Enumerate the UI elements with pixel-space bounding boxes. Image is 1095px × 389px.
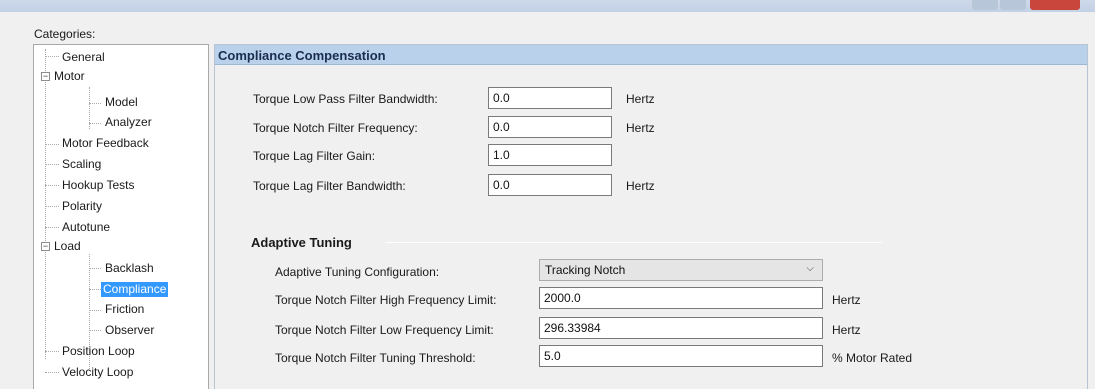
tree-item-observer[interactable]: Observer bbox=[103, 323, 156, 338]
window-titlebar bbox=[0, 0, 1095, 12]
tree-connector bbox=[45, 164, 59, 165]
panel-header: Compliance Compensation bbox=[215, 45, 1087, 65]
tree-item-load[interactable]: Load bbox=[52, 239, 83, 254]
notch-threshold-label: Torque Notch Filter Tuning Threshold: bbox=[275, 351, 476, 365]
torque-notch-frequency-unit: Hertz bbox=[626, 121, 655, 135]
tree-item-model[interactable]: Model bbox=[103, 95, 140, 110]
tree-item-scaling[interactable]: Scaling bbox=[60, 157, 103, 172]
torque-low-pass-bandwidth-label: Torque Low Pass Filter Bandwidth: bbox=[253, 92, 438, 106]
adaptive-config-label: Adaptive Tuning Configuration: bbox=[275, 265, 440, 279]
tree-connector bbox=[45, 185, 59, 186]
adaptive-config-select[interactable]: Tracking Notch ⌵ bbox=[539, 259, 823, 281]
tree-item-compliance[interactable]: Compliance bbox=[101, 282, 169, 297]
adaptive-tuning-divider bbox=[386, 242, 882, 243]
tree-connector bbox=[89, 268, 101, 269]
categories-label: Categories: bbox=[34, 27, 96, 41]
tree-connector bbox=[89, 103, 101, 104]
tree-item-motor[interactable]: Motor bbox=[52, 69, 87, 84]
compliance-panel: Compliance Compensation Torque Low Pass … bbox=[214, 44, 1088, 389]
notch-low-limit-unit: Hertz bbox=[832, 323, 861, 337]
tree-connector bbox=[45, 206, 59, 207]
close-button[interactable] bbox=[1030, 0, 1080, 10]
torque-lag-bandwidth-input[interactable] bbox=[488, 174, 612, 196]
tree-connector bbox=[45, 372, 59, 373]
adaptive-config-value: Tracking Notch bbox=[545, 263, 626, 277]
tree-connector bbox=[89, 289, 101, 290]
tree-connector bbox=[89, 330, 101, 331]
adaptive-tuning-title: Adaptive Tuning bbox=[251, 235, 352, 250]
torque-lag-gain-input[interactable] bbox=[488, 144, 612, 166]
tree-item-polarity[interactable]: Polarity bbox=[60, 199, 104, 214]
tree-item-general[interactable]: General bbox=[60, 50, 107, 65]
tree-item-motor-feedback[interactable]: Motor Feedback bbox=[60, 136, 151, 151]
chevron-down-icon: ⌵ bbox=[806, 263, 814, 274]
notch-high-limit-input[interactable] bbox=[539, 287, 823, 309]
panel-title: Compliance Compensation bbox=[218, 48, 386, 63]
tree-item-position-loop[interactable]: Position Loop bbox=[60, 344, 137, 359]
torque-low-pass-bandwidth-unit: Hertz bbox=[626, 92, 655, 106]
notch-low-limit-input[interactable] bbox=[539, 317, 823, 339]
categories-tree[interactable]: General − Motor Model Analyzer Motor Fee… bbox=[33, 44, 209, 389]
torque-notch-frequency-input[interactable] bbox=[488, 116, 612, 138]
tree-connector bbox=[45, 144, 59, 145]
notch-threshold-unit: % Motor Rated bbox=[832, 351, 913, 365]
notch-high-limit-label: Torque Notch Filter High Frequency Limit… bbox=[275, 293, 497, 307]
tree-connector bbox=[45, 56, 59, 57]
torque-lag-bandwidth-label: Torque Lag Filter Bandwidth: bbox=[253, 179, 406, 193]
torque-lag-bandwidth-unit: Hertz bbox=[626, 179, 655, 193]
tree-item-friction[interactable]: Friction bbox=[103, 302, 146, 317]
notch-threshold-input[interactable] bbox=[539, 345, 823, 367]
tree-connector bbox=[45, 227, 59, 228]
torque-lag-gain-label: Torque Lag Filter Gain: bbox=[253, 149, 376, 163]
minimize-button[interactable] bbox=[972, 0, 998, 10]
tree-connector bbox=[89, 310, 101, 311]
notch-high-limit-unit: Hertz bbox=[832, 293, 861, 307]
tree-connector bbox=[89, 123, 101, 124]
tree-root-line bbox=[45, 49, 46, 359]
collapse-icon[interactable]: − bbox=[41, 242, 50, 251]
tree-item-backlash[interactable]: Backlash bbox=[103, 261, 156, 276]
tree-item-autotune[interactable]: Autotune bbox=[60, 220, 112, 235]
tree-item-analyzer[interactable]: Analyzer bbox=[103, 115, 154, 130]
torque-notch-frequency-label: Torque Notch Filter Frequency: bbox=[253, 121, 418, 135]
collapse-icon[interactable]: − bbox=[41, 72, 50, 81]
tree-connector bbox=[45, 351, 59, 352]
tree-item-hookup-tests[interactable]: Hookup Tests bbox=[60, 178, 137, 193]
maximize-button[interactable] bbox=[1000, 0, 1026, 10]
torque-low-pass-bandwidth-input[interactable] bbox=[488, 87, 612, 109]
notch-low-limit-label: Torque Notch Filter Low Frequency Limit: bbox=[275, 323, 494, 337]
tree-item-velocity-loop[interactable]: Velocity Loop bbox=[60, 365, 135, 380]
